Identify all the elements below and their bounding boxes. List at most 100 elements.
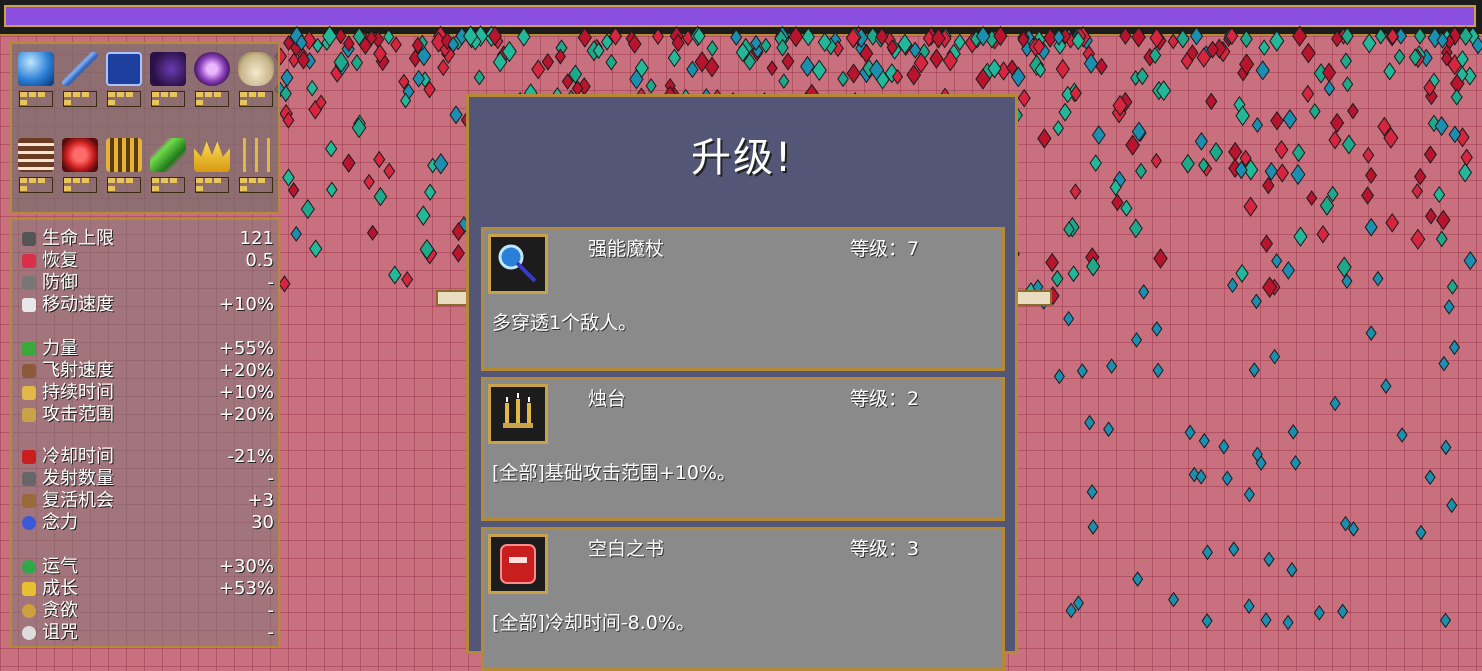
experience-gem — [1326, 185, 1339, 203]
experience-gem — [1471, 36, 1482, 55]
experience-gem — [1436, 209, 1451, 231]
experience-gem — [781, 52, 795, 71]
experience-gem — [862, 58, 876, 79]
experience-gem — [1053, 36, 1067, 55]
upgrade-option-magic-wand[interactable]: 强能魔杖 等级：7 多穿透1个敌人。 — [481, 227, 1005, 371]
experience-gem — [1450, 73, 1465, 94]
experience-gem — [398, 73, 410, 90]
weapon-slot — [192, 50, 232, 108]
experience-gem — [350, 53, 364, 72]
experience-gem — [1010, 66, 1026, 88]
experience-gem — [279, 103, 293, 124]
experience-gem — [1282, 109, 1298, 130]
experience-gem — [1152, 362, 1164, 379]
experience-gem — [341, 39, 355, 59]
experience-gem — [1380, 378, 1392, 394]
experience-gem — [1180, 51, 1194, 71]
experience-gem — [373, 186, 388, 207]
stat-row: 防御 - — [22, 272, 274, 294]
experience-gem — [1435, 230, 1448, 248]
experience-gem — [1322, 62, 1337, 83]
experience-gem — [492, 33, 504, 50]
experience-gem — [1444, 33, 1456, 50]
experience-gem — [390, 36, 402, 53]
experience-gem — [437, 37, 449, 54]
experience-gem — [694, 51, 710, 73]
experience-gem — [1306, 190, 1318, 207]
experience-gem — [1228, 541, 1240, 558]
experience-gem — [1134, 124, 1147, 143]
experience-gem — [1291, 143, 1306, 163]
experience-gem — [412, 69, 426, 88]
experience-gem — [419, 238, 435, 260]
greed-icon — [22, 604, 36, 618]
experience-gem — [1106, 358, 1118, 374]
experience-gem — [1143, 47, 1157, 67]
experience-gem — [303, 51, 316, 70]
experience-gem — [1446, 497, 1458, 514]
experience-gem — [1319, 195, 1335, 216]
upgrade-option-candelabra[interactable]: 烛台 等级：2 [全部]基础攻击范围+10%。 — [481, 377, 1005, 521]
experience-gem — [492, 51, 508, 73]
experience-gem — [1006, 59, 1019, 77]
experience-gem — [1447, 54, 1463, 76]
experience-gem — [591, 38, 603, 56]
experience-gem — [1365, 325, 1377, 341]
experience-gem — [1260, 612, 1272, 628]
empty-tome-icon — [488, 534, 548, 594]
stat-row: 念力 30 — [22, 512, 274, 534]
experience-gem — [1136, 67, 1149, 86]
experience-gem — [704, 56, 720, 78]
experience-gem — [1460, 148, 1473, 167]
experience-gem — [1341, 273, 1353, 290]
experience-gem — [1362, 146, 1375, 164]
experience-gem — [1045, 252, 1059, 273]
experience-gem — [424, 183, 437, 201]
pummarola-icon — [150, 138, 186, 172]
experience-gem — [1221, 470, 1233, 487]
whip-icon — [62, 52, 98, 86]
level-up-title: 升级! — [690, 135, 794, 181]
experience-gem — [1448, 125, 1462, 144]
experience-gem — [1112, 94, 1128, 117]
experience-gem — [1433, 186, 1446, 204]
experience-gem — [330, 63, 345, 83]
experience-gem — [1271, 252, 1283, 269]
experience-gem — [1336, 256, 1352, 278]
experience-gem — [408, 49, 422, 68]
experience-gem — [1287, 423, 1299, 440]
experience-gem — [449, 105, 463, 125]
experience-gem — [1237, 64, 1250, 82]
experience-gem — [401, 270, 414, 288]
experience-gem — [1168, 591, 1180, 608]
experience-gem — [1186, 44, 1199, 62]
curse-icon — [22, 626, 36, 640]
experience-gem — [1034, 61, 1047, 79]
experience-gem — [887, 39, 902, 60]
experience-gem — [1130, 70, 1142, 86]
upgrade-option-empty-tome[interactable]: 空白之书 等级：3 [全部]冷却时间-8.0%。 — [481, 527, 1005, 671]
experience-gem — [1086, 484, 1098, 500]
experience-gem — [1438, 355, 1450, 372]
experience-gem — [321, 34, 333, 51]
magic-wand-icon — [18, 52, 54, 86]
passive-slot — [236, 136, 276, 194]
experience-gem — [898, 35, 914, 57]
experience-gem — [1153, 248, 1168, 269]
experience-gem — [1111, 193, 1124, 212]
experience-gem — [752, 42, 764, 59]
stat-row: 恢复 0.5 — [22, 250, 274, 272]
experience-gem — [1347, 102, 1359, 120]
experience-gem — [1372, 270, 1384, 287]
experience-gem — [1215, 41, 1231, 63]
stat-row: 移动速度 +10% — [22, 294, 274, 316]
experience-gem — [891, 68, 904, 85]
experience-gem — [439, 41, 451, 58]
armor-icon — [22, 276, 36, 290]
stat-row: 力量 +55% — [22, 338, 274, 360]
experience-gem — [671, 33, 685, 53]
empty-tome-icon — [22, 450, 36, 464]
stat-row: 诅咒 - — [22, 622, 274, 644]
experience-gem — [897, 33, 913, 55]
experience-gem — [846, 63, 861, 84]
